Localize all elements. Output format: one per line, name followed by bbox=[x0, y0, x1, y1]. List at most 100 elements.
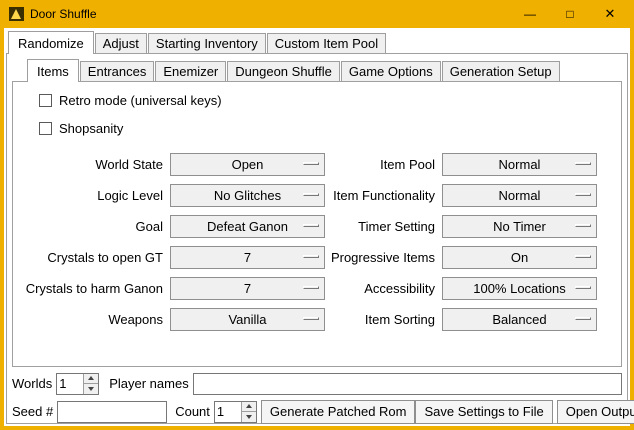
tab-dungeon-shuffle[interactable]: Dungeon Shuffle bbox=[227, 61, 340, 81]
timer-setting-value: No Timer bbox=[493, 219, 546, 234]
tab-entrances[interactable]: Entrances bbox=[80, 61, 155, 81]
field-row: Goal Defeat Ganon Timer Setting No Timer bbox=[13, 211, 621, 242]
count-input[interactable] bbox=[215, 402, 241, 422]
items-pane: Retro mode (universal keys) Shopsanity W… bbox=[12, 81, 622, 367]
crystals-ganon-value: 7 bbox=[244, 281, 251, 296]
item-functionality-dropdown[interactable]: Normal bbox=[442, 184, 597, 207]
client-area: Randomize Adjust Starting Inventory Cust… bbox=[4, 28, 630, 426]
accessibility-dropdown[interactable]: 100% Locations bbox=[442, 277, 597, 300]
close-icon: ✕ bbox=[605, 6, 616, 22]
tab-starting-inventory[interactable]: Starting Inventory bbox=[148, 33, 266, 53]
tab-generation-setup[interactable]: Generation Setup bbox=[442, 61, 560, 81]
titlebar: Door Shuffle — □ ✕ bbox=[4, 0, 630, 28]
item-functionality-value: Normal bbox=[499, 188, 541, 203]
item-sorting-label: Item Sorting bbox=[327, 312, 435, 327]
seed-input[interactable] bbox=[57, 401, 167, 423]
worlds-spinner[interactable] bbox=[56, 373, 99, 395]
item-pool-dropdown[interactable]: Normal bbox=[442, 153, 597, 176]
options-grid: World State Open Item Pool Normal Logic … bbox=[13, 149, 621, 335]
field-row: Crystals to harm Ganon 7 Accessibility 1… bbox=[13, 273, 621, 304]
dropdown-indicator-icon bbox=[575, 255, 591, 258]
crystals-ganon-dropdown[interactable]: 7 bbox=[170, 277, 325, 300]
tab-game-options[interactable]: Game Options bbox=[341, 61, 441, 81]
spin-down-icon[interactable] bbox=[84, 383, 98, 394]
close-button[interactable]: ✕ bbox=[590, 0, 630, 28]
crystals-ganon-label: Crystals to harm Ganon bbox=[13, 281, 163, 296]
checkbox-icon[interactable] bbox=[39, 94, 52, 107]
tab-randomize[interactable]: Randomize bbox=[8, 31, 94, 54]
world-state-label: World State bbox=[13, 157, 163, 172]
checkbox-icon[interactable] bbox=[39, 122, 52, 135]
dropdown-indicator-icon bbox=[575, 193, 591, 196]
minimize-icon: — bbox=[524, 7, 536, 21]
weapons-label: Weapons bbox=[13, 312, 163, 327]
field-row: Logic Level No Glitches Item Functionali… bbox=[13, 180, 621, 211]
app-icon bbox=[9, 7, 24, 21]
timer-setting-dropdown[interactable]: No Timer bbox=[442, 215, 597, 238]
dropdown-indicator-icon bbox=[303, 162, 319, 165]
worlds-row: Worlds Player names bbox=[12, 372, 622, 395]
item-pool-label: Item Pool bbox=[327, 157, 435, 172]
seed-label: Seed # bbox=[12, 404, 53, 419]
field-row: World State Open Item Pool Normal bbox=[13, 149, 621, 180]
progressive-items-value: On bbox=[511, 250, 528, 265]
count-label: Count bbox=[175, 404, 210, 419]
player-names-input[interactable] bbox=[193, 373, 622, 395]
logic-level-label: Logic Level bbox=[13, 188, 163, 203]
goal-dropdown[interactable]: Defeat Ganon bbox=[170, 215, 325, 238]
spinner-arrows bbox=[83, 374, 98, 394]
generate-rom-button[interactable]: Generate Patched Rom bbox=[261, 400, 416, 424]
worlds-label: Worlds bbox=[12, 376, 52, 391]
spin-down-icon[interactable] bbox=[242, 411, 256, 422]
field-row: Weapons Vanilla Item Sorting Balanced bbox=[13, 304, 621, 335]
goal-value: Defeat Ganon bbox=[207, 219, 288, 234]
minimize-button[interactable]: — bbox=[510, 0, 550, 28]
open-output-button[interactable]: Open Output Directory bbox=[557, 400, 634, 424]
dropdown-indicator-icon bbox=[303, 224, 319, 227]
spin-up-icon[interactable] bbox=[242, 402, 256, 412]
worlds-input[interactable] bbox=[57, 374, 83, 394]
crystals-gt-value: 7 bbox=[244, 250, 251, 265]
item-sorting-value: Balanced bbox=[492, 312, 546, 327]
logic-level-dropdown[interactable]: No Glitches bbox=[170, 184, 325, 207]
accessibility-label: Accessibility bbox=[327, 281, 435, 296]
goal-label: Goal bbox=[13, 219, 163, 234]
count-spinner[interactable] bbox=[214, 401, 257, 423]
crystals-gt-label: Crystals to open GT bbox=[13, 250, 163, 265]
world-state-dropdown[interactable]: Open bbox=[170, 153, 325, 176]
shopsanity-label: Shopsanity bbox=[59, 121, 123, 136]
tab-adjust[interactable]: Adjust bbox=[95, 33, 147, 53]
progressive-items-label: Progressive Items bbox=[327, 250, 435, 265]
dropdown-indicator-icon bbox=[575, 286, 591, 289]
spinner-arrows bbox=[241, 402, 256, 422]
logic-level-value: No Glitches bbox=[214, 188, 281, 203]
dropdown-indicator-icon bbox=[575, 224, 591, 227]
retro-mode-label: Retro mode (universal keys) bbox=[59, 93, 222, 108]
spin-up-icon[interactable] bbox=[84, 374, 98, 384]
dropdown-indicator-icon bbox=[303, 255, 319, 258]
shopsanity-checkbox[interactable]: Shopsanity bbox=[39, 120, 621, 136]
inner-tab-bar: Items Entrances Enemizer Dungeon Shuffle… bbox=[7, 58, 627, 81]
maximize-button[interactable]: □ bbox=[550, 0, 590, 28]
tab-items[interactable]: Items bbox=[27, 59, 79, 82]
item-sorting-dropdown[interactable]: Balanced bbox=[442, 308, 597, 331]
outer-tab-bar: Randomize Adjust Starting Inventory Cust… bbox=[4, 31, 630, 53]
seed-row: Seed # Count Generate Patched Rom Save S… bbox=[12, 400, 622, 423]
window-title: Door Shuffle bbox=[30, 7, 97, 21]
dropdown-indicator-icon bbox=[303, 193, 319, 196]
tab-enemizer[interactable]: Enemizer bbox=[155, 61, 226, 81]
progressive-items-dropdown[interactable]: On bbox=[442, 246, 597, 269]
randomize-pane: Items Entrances Enemizer Dungeon Shuffle… bbox=[6, 53, 628, 424]
dropdown-indicator-icon bbox=[575, 317, 591, 320]
weapons-value: Vanilla bbox=[228, 312, 266, 327]
accessibility-value: 100% Locations bbox=[473, 281, 566, 296]
dropdown-indicator-icon bbox=[575, 162, 591, 165]
save-settings-button[interactable]: Save Settings to File bbox=[415, 400, 552, 424]
crystals-gt-dropdown[interactable]: 7 bbox=[170, 246, 325, 269]
weapons-dropdown[interactable]: Vanilla bbox=[170, 308, 325, 331]
field-row: Crystals to open GT 7 Progressive Items … bbox=[13, 242, 621, 273]
world-state-value: Open bbox=[232, 157, 264, 172]
tab-custom-item-pool[interactable]: Custom Item Pool bbox=[267, 33, 386, 53]
dropdown-indicator-icon bbox=[303, 286, 319, 289]
retro-mode-checkbox[interactable]: Retro mode (universal keys) bbox=[39, 92, 621, 108]
